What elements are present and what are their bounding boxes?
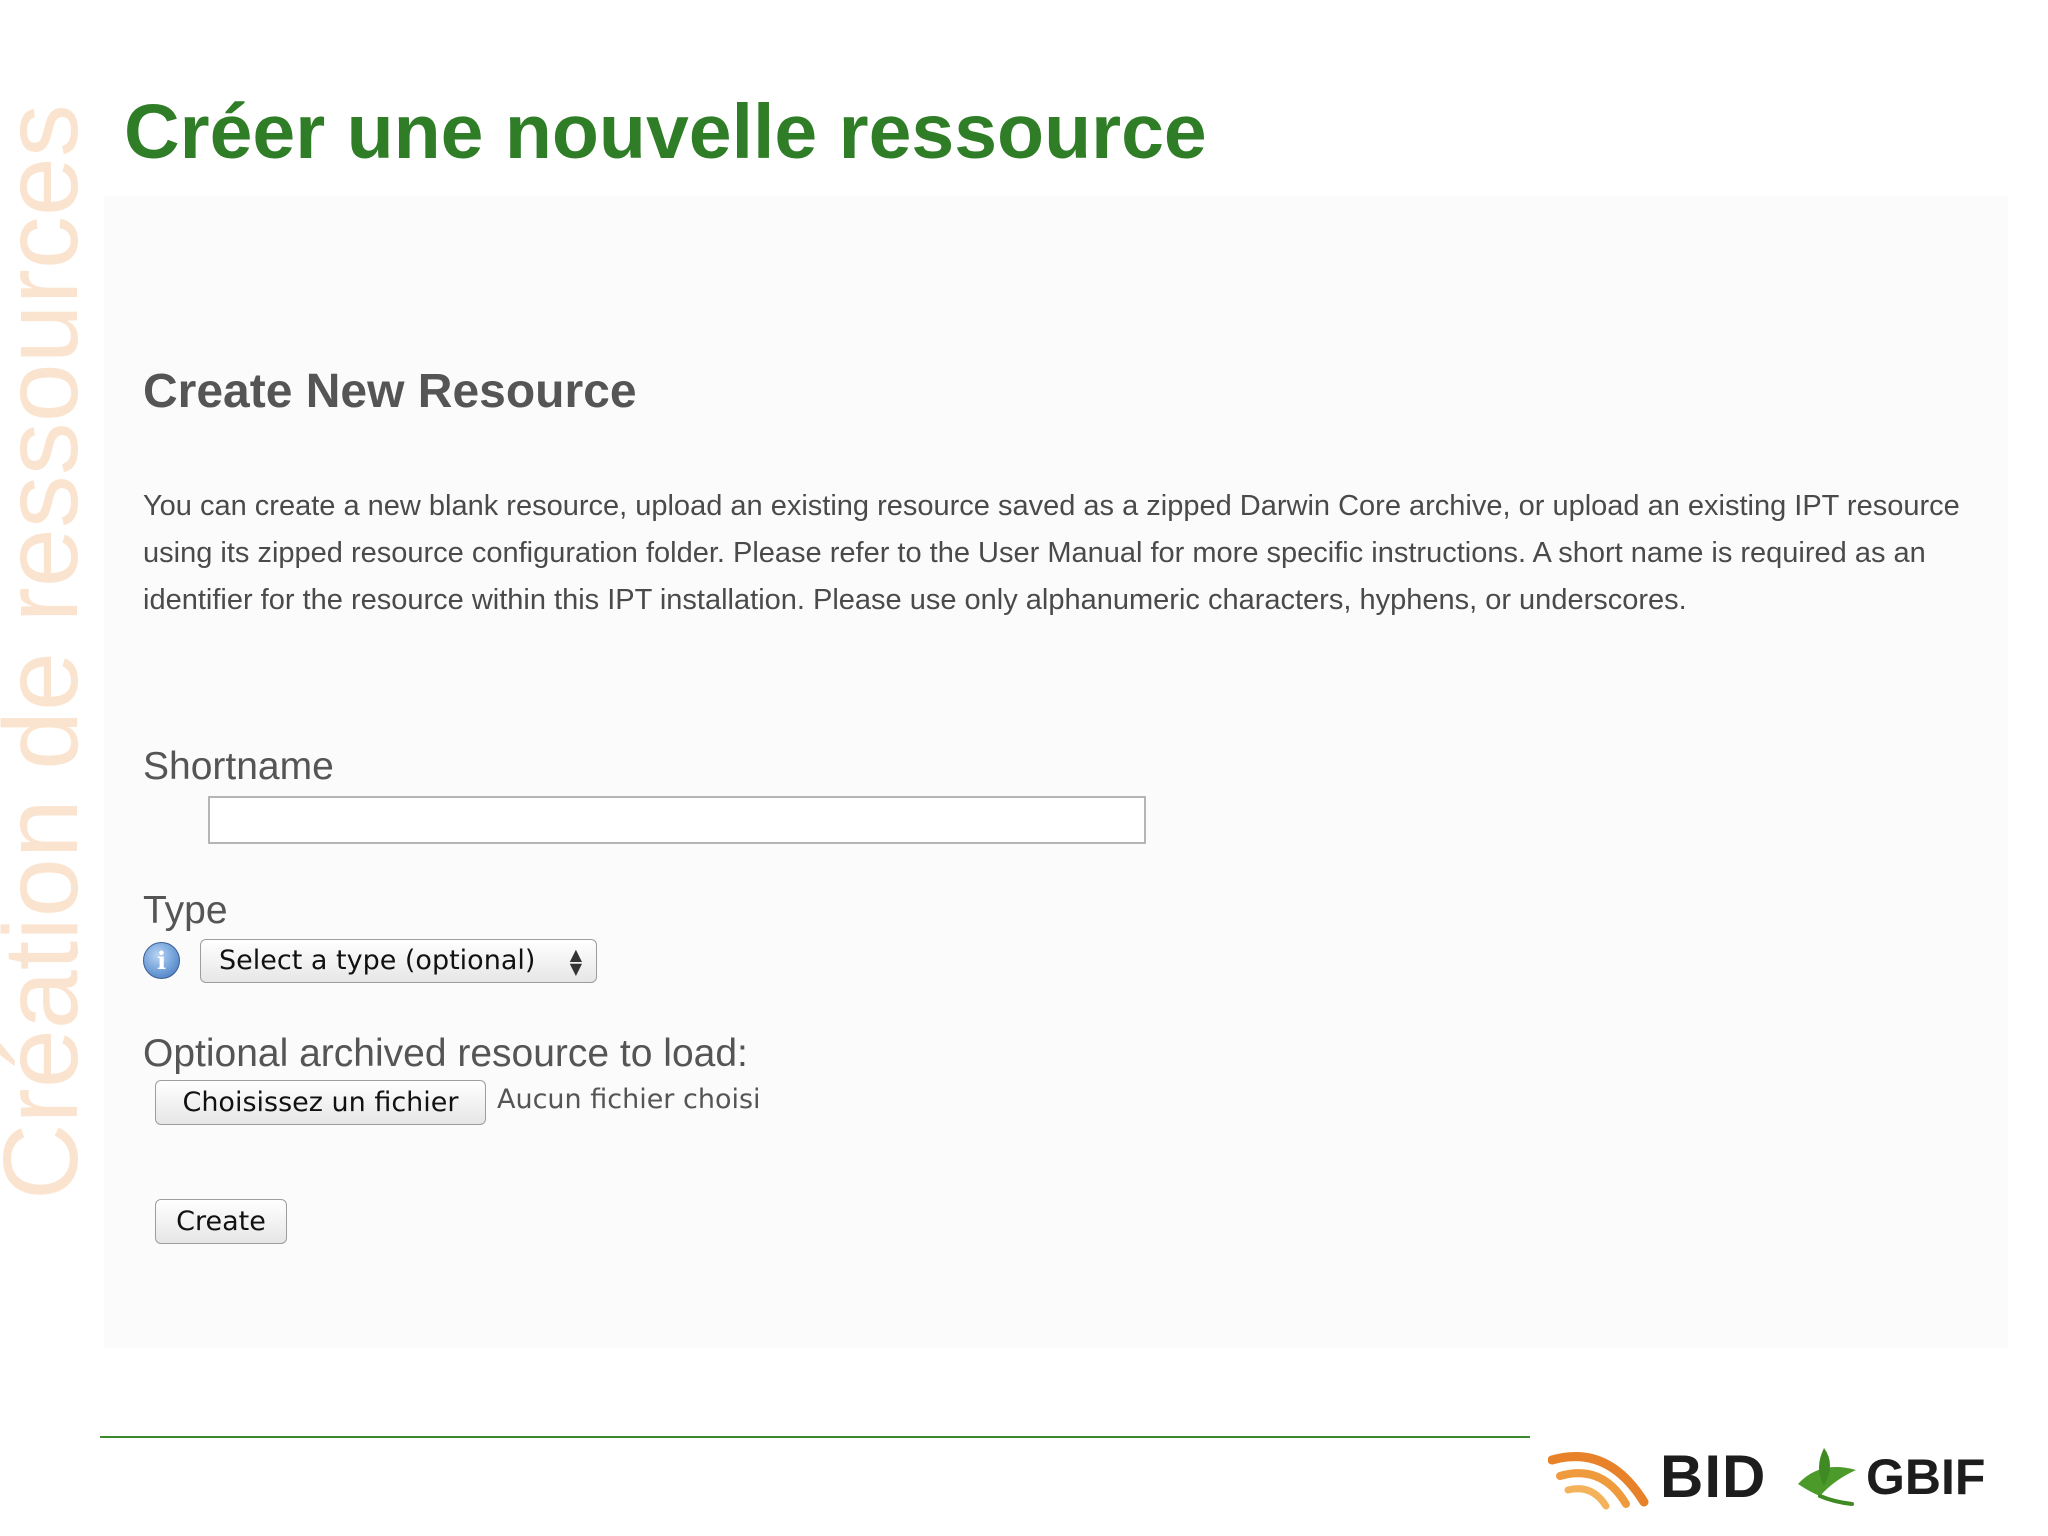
bid-waves-icon — [1548, 1452, 1649, 1510]
archive-label: Optional archived resource to load: — [143, 1032, 748, 1075]
info-icon[interactable]: i — [143, 942, 180, 979]
gbif-leaf-icon — [1798, 1448, 1856, 1506]
create-button[interactable]: Create — [155, 1199, 287, 1244]
intro-text: You can create a new blank resource, upl… — [143, 490, 1960, 616]
type-select-value: Select a type (optional) — [219, 945, 536, 976]
gbif-wordmark: GBIF — [1866, 1449, 1986, 1505]
choose-file-button[interactable]: Choisissez un fichier — [155, 1080, 486, 1125]
type-select[interactable]: Select a type (optional) ▲ ▼ — [200, 939, 597, 983]
gbif-logo: GBIF — [1790, 1440, 1985, 1510]
side-title: Création de ressources — [0, 104, 100, 1200]
form-heading: Create New Resource — [143, 365, 637, 418]
bid-logo: BID — [1548, 1440, 1765, 1510]
footer-divider — [100, 1436, 1530, 1438]
page-title: Créer une nouvelle ressource — [124, 89, 1207, 175]
type-label: Type — [143, 889, 228, 932]
bid-wordmark: BID — [1660, 1443, 1767, 1510]
file-status: Aucun fichier choisi — [497, 1084, 761, 1115]
shortname-label: Shortname — [143, 745, 334, 788]
shortname-input[interactable] — [208, 796, 1146, 844]
select-arrows-icon: ▲ ▼ — [569, 945, 582, 978]
slide: Création de ressources Créer une nouvell… — [0, 0, 2048, 1536]
